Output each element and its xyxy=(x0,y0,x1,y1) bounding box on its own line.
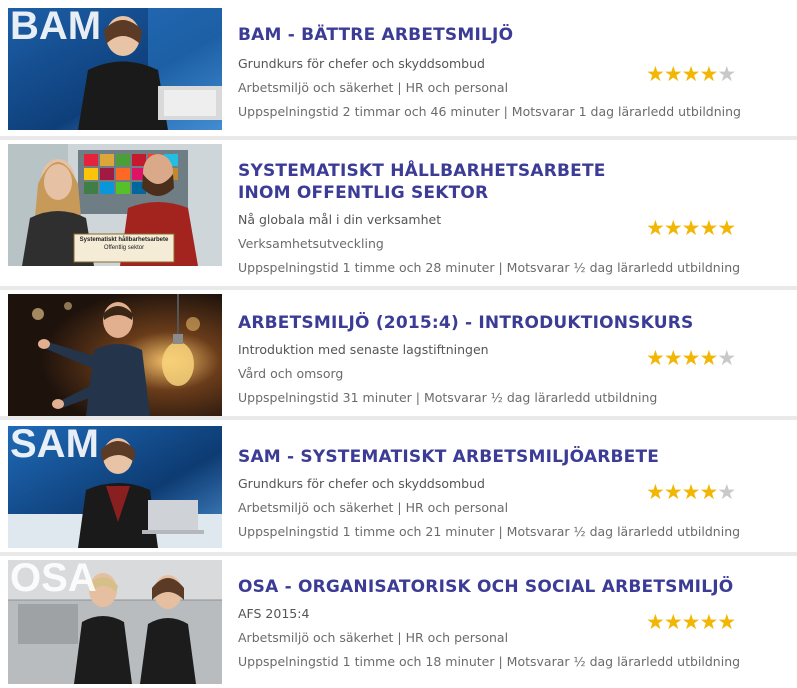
course-duration: Uppspelningstid 1 timme och 18 minuter |… xyxy=(238,654,741,669)
star-filled-icon: ★ xyxy=(663,480,683,504)
course-duration: Uppspelningstid 31 minuter | Motsvarar ½… xyxy=(238,390,658,405)
course-title[interactable]: BAM - BÄTTRE ARBETSMILJÖ xyxy=(238,24,638,46)
star-filled-icon: ★ xyxy=(663,216,683,240)
star-filled-icon: ★ xyxy=(717,610,736,634)
course-thumbnail[interactable] xyxy=(8,294,222,416)
course-subtitle: Nå globala mål i din verksamhet xyxy=(238,212,442,227)
star-filled-icon: ★ xyxy=(663,346,683,370)
star-filled-icon: ★ xyxy=(699,216,718,240)
star-filled-icon: ★ xyxy=(681,62,701,86)
rating-stars: ★★★★★ xyxy=(646,346,736,370)
thumbnail-logo-text: OSA xyxy=(10,560,97,600)
course-category: Arbetsmiljö och säkerhet | HR och person… xyxy=(238,500,509,515)
course-duration: Uppspelningstid 2 timmar och 46 minuter … xyxy=(238,104,741,119)
star-filled-icon: ★ xyxy=(681,346,701,370)
star-empty-icon: ★ xyxy=(717,346,736,370)
course-title[interactable]: SAM - SYSTEMATISKT ARBETSMILJÖARBETE xyxy=(238,446,718,468)
course-list: BAM BAM - BÄTTRE ARBETSMILJÖ Grundkurs f… xyxy=(0,0,797,688)
thumbnail-caption: Systematiskt hållbarhetsarbete Offentlig… xyxy=(79,237,169,251)
rating-stars: ★★★★★ xyxy=(646,216,736,240)
course-category: Verksamhetsutveckling xyxy=(238,236,384,251)
course-card[interactable]: SAM SAM - SYSTEMATISKT ARBETSMILJÖARBETE… xyxy=(0,416,797,554)
course-title[interactable]: OSA - ORGANISATORISK OCH SOCIAL ARBETSMI… xyxy=(238,576,738,598)
star-filled-icon: ★ xyxy=(646,216,665,240)
rating-stars: ★★★★★ xyxy=(646,480,736,504)
course-category: Vård och omsorg xyxy=(238,366,344,381)
star-filled-icon: ★ xyxy=(681,610,701,634)
course-duration: Uppspelningstid 1 timme och 28 minuter |… xyxy=(238,260,741,275)
course-title[interactable]: ARBETSMILJÖ (2015:4) - INTRODUKTIONSKURS xyxy=(238,312,718,334)
course-subtitle: Introduktion med senaste lagstiftningen xyxy=(238,342,489,357)
course-thumbnail[interactable]: BAM xyxy=(8,8,222,130)
course-title[interactable]: SYSTEMATISKT HÅLLBARHETSARBETE INOM OFFE… xyxy=(238,160,648,204)
star-filled-icon: ★ xyxy=(646,610,665,634)
rating-stars: ★★★★★ xyxy=(646,610,736,634)
course-thumbnail[interactable]: Systematiskt hållbarhetsarbete Offentlig… xyxy=(8,144,222,266)
star-filled-icon: ★ xyxy=(663,610,683,634)
star-filled-icon: ★ xyxy=(646,480,665,504)
star-filled-icon: ★ xyxy=(663,62,683,86)
star-filled-icon: ★ xyxy=(699,610,718,634)
star-filled-icon: ★ xyxy=(681,480,701,504)
course-subtitle: Grundkurs för chefer och skyddsombud xyxy=(238,56,485,71)
star-filled-icon: ★ xyxy=(699,480,718,504)
rating-stars: ★★★★★ xyxy=(646,62,736,86)
star-filled-icon: ★ xyxy=(646,346,665,370)
course-subtitle: AFS 2015:4 xyxy=(238,606,310,621)
star-filled-icon: ★ xyxy=(681,216,701,240)
course-thumbnail[interactable]: SAM xyxy=(8,426,222,548)
star-filled-icon: ★ xyxy=(717,216,736,240)
star-filled-icon: ★ xyxy=(646,62,665,86)
course-category: Arbetsmiljö och säkerhet | HR och person… xyxy=(238,630,509,645)
star-empty-icon: ★ xyxy=(717,480,736,504)
star-empty-icon: ★ xyxy=(717,62,736,86)
course-card[interactable]: OSA OSA - ORGANISATORISK OCH SOCIAL ARBE… xyxy=(0,552,797,688)
course-thumbnail[interactable]: OSA xyxy=(8,560,222,684)
course-duration: Uppspelningstid 1 timme och 21 minuter |… xyxy=(238,524,741,539)
thumbnail-logo-text: SAM xyxy=(10,426,99,466)
course-card[interactable]: Systematiskt hållbarhetsarbete Offentlig… xyxy=(0,136,797,288)
star-filled-icon: ★ xyxy=(699,62,718,86)
course-category: Arbetsmiljö och säkerhet | HR och person… xyxy=(238,80,509,95)
course-card[interactable]: BAM BAM - BÄTTRE ARBETSMILJÖ Grundkurs f… xyxy=(0,4,797,134)
thumbnail-logo-text: BAM xyxy=(10,8,102,48)
course-card[interactable]: ARBETSMILJÖ (2015:4) - INTRODUKTIONSKURS… xyxy=(0,286,797,418)
star-filled-icon: ★ xyxy=(699,346,718,370)
course-subtitle: Grundkurs för chefer och skyddsombud xyxy=(238,476,485,491)
